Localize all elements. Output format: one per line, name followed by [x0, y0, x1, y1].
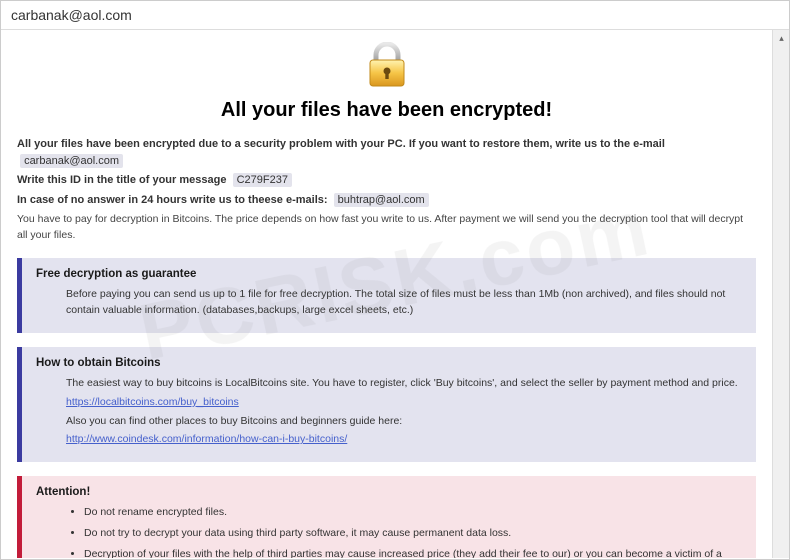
bitcoins-line2: Also you can find other places to buy Bi… — [66, 413, 742, 430]
card-obtain-bitcoins-title: How to obtain Bitcoins — [36, 357, 742, 369]
lock-icon — [365, 79, 409, 91]
main-content: All your files have been encrypted! All … — [1, 30, 772, 558]
attention-item: Do not try to decrypt your data using th… — [84, 525, 742, 542]
attention-list: Do not rename encrypted files. Do not tr… — [66, 504, 742, 558]
primary-email-highlight: carbanak@aol.com — [20, 154, 123, 168]
window-title: carbanak@aol.com — [1, 1, 789, 30]
coindesk-link[interactable]: http://www.coindesk.com/information/how-… — [66, 433, 347, 445]
card-attention-title: Attention! — [36, 486, 742, 498]
id-code-highlight: C279F237 — [233, 173, 292, 187]
vertical-scrollbar[interactable]: ▴ — [772, 30, 789, 558]
card-obtain-bitcoins: How to obtain Bitcoins The easiest way t… — [17, 347, 756, 462]
card-free-decryption: Free decryption as guarantee Before payi… — [17, 258, 756, 334]
intro-line3: In case of no answer in 24 hours write u… — [17, 194, 328, 206]
scroll-up-arrow[interactable]: ▴ — [773, 30, 790, 47]
main-heading: All your files have been encrypted! — [17, 99, 756, 122]
bitcoins-line1: The easiest way to buy bitcoins is Local… — [66, 375, 742, 392]
chevron-up-icon: ▴ — [779, 33, 784, 44]
intro-block: All your files have been encrypted due t… — [17, 136, 756, 244]
attention-item: Decryption of your files with the help o… — [84, 546, 742, 558]
secondary-email-highlight: buhtrap@aol.com — [334, 193, 429, 207]
card-attention: Attention! Do not rename encrypted files… — [17, 476, 756, 558]
intro-line1: All your files have been encrypted due t… — [17, 138, 665, 150]
card-free-decryption-title: Free decryption as guarantee — [36, 268, 742, 280]
price-note: You have to pay for decryption in Bitcoi… — [17, 212, 756, 244]
localbitcoins-link[interactable]: https://localbitcoins.com/buy_bitcoins — [66, 396, 239, 408]
card-free-decryption-body: Before paying you can send us up to 1 fi… — [66, 286, 742, 320]
intro-line2: Write this ID in the title of your messa… — [17, 174, 226, 186]
attention-item: Do not rename encrypted files. — [84, 504, 742, 521]
